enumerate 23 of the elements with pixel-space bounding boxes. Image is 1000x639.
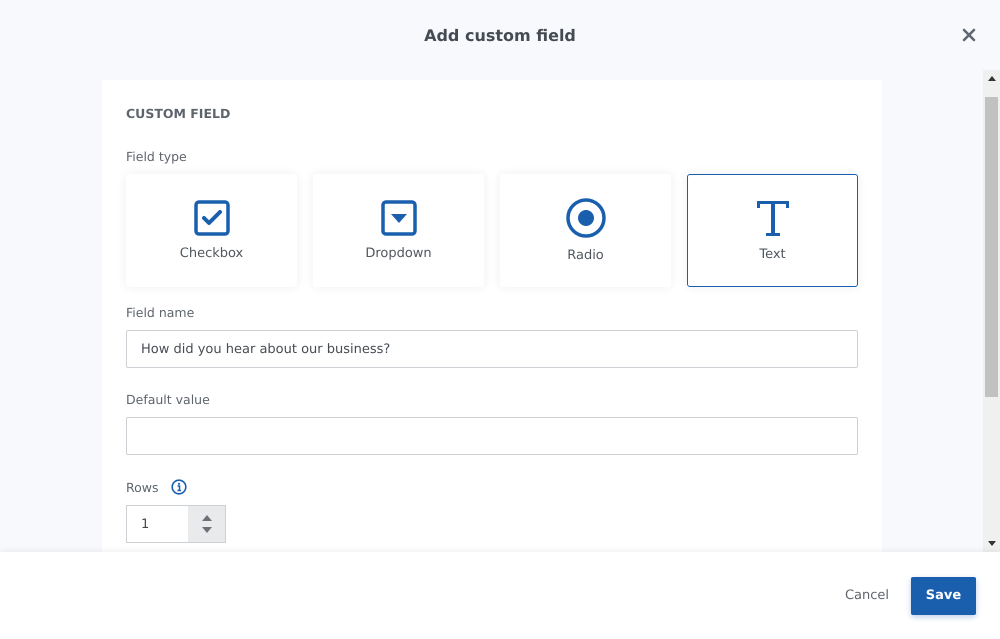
radio-icon: [566, 198, 606, 238]
field-type-option[interactable]: Checkbox: [126, 174, 297, 287]
close-icon[interactable]: [962, 28, 976, 42]
text-type-icon: [754, 199, 790, 237]
dropdown-icon: [380, 200, 416, 236]
scrollbar[interactable]: [983, 70, 1000, 552]
scroll-down-icon[interactable]: [988, 541, 996, 546]
scroll-up-icon[interactable]: [988, 76, 996, 81]
field-type-option[interactable]: Dropdown: [313, 174, 484, 287]
field-label: Field name: [126, 305, 196, 320]
checkbox-icon: [194, 200, 230, 236]
field-label: Default value: [126, 392, 211, 407]
field-type-option[interactable]: Text: [687, 174, 858, 287]
save-button[interactable]: Save: [911, 576, 976, 614]
field-label: Rows: [126, 480, 159, 494]
default-value-input[interactable]: [126, 417, 858, 455]
dialog-title: Add custom field: [424, 26, 576, 44]
field-type-option[interactable]: Radio: [500, 174, 671, 287]
info-icon[interactable]: [170, 479, 187, 495]
cancel-button[interactable]: Cancel: [840, 584, 893, 607]
field-label: Field type: [126, 149, 188, 164]
field-name-input[interactable]: How did you hear about our business?: [126, 330, 858, 368]
section-heading: CUSTOM FIELD: [126, 106, 232, 121]
